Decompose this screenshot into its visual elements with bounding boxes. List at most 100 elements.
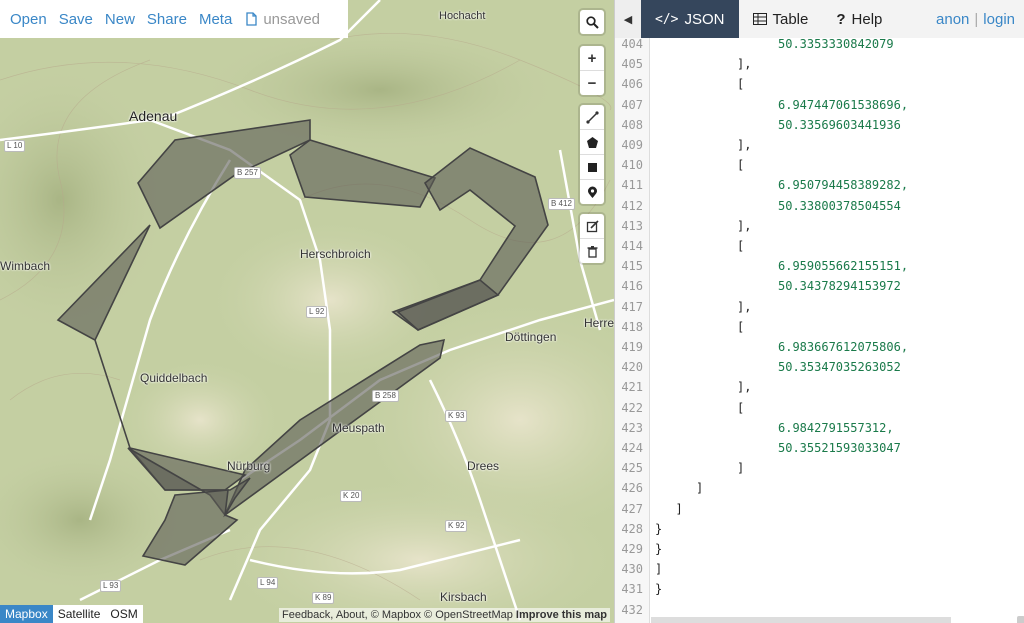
code-line: [: [737, 400, 745, 415]
road-label: B 257: [234, 167, 261, 179]
improve-map-link[interactable]: Improve this map: [516, 609, 607, 621]
line-number: 425: [621, 461, 643, 476]
line-number: 428: [621, 521, 643, 536]
line-number: 431: [621, 582, 643, 597]
line-number: 411: [621, 178, 643, 193]
collapse-panel-button[interactable]: ◀: [615, 0, 641, 38]
edit-icon: [586, 219, 599, 232]
place-label: Wimbach: [0, 259, 51, 273]
line-number: 408: [621, 117, 643, 132]
share-menu-item[interactable]: Share: [141, 11, 193, 28]
layer-mapbox[interactable]: Mapbox: [0, 605, 53, 623]
map-view[interactable]: Adenau Hochacht Wimbach Herschbroich Qui…: [0, 0, 614, 623]
line-number: 415: [621, 259, 643, 274]
code-line: 6.947447061538696,: [778, 97, 909, 112]
login-link[interactable]: login: [983, 11, 1015, 28]
tab-table-label: Table: [772, 10, 809, 28]
trash-icon: [587, 245, 597, 258]
code-line: 50.34378294153972: [778, 279, 901, 294]
line-number: 416: [621, 279, 643, 294]
line-number: 423: [621, 420, 643, 435]
tab-table[interactable]: Table: [739, 0, 823, 38]
draw-marker-button[interactable]: [580, 180, 604, 204]
place-label: Nürburg: [227, 459, 271, 473]
line-number: 420: [621, 360, 643, 375]
code-line: ],: [737, 57, 752, 72]
place-label: Meuspath: [332, 421, 385, 435]
meta-menu-item[interactable]: Meta: [193, 11, 238, 28]
code-line: ]: [737, 461, 745, 476]
code-icon: </>: [655, 11, 679, 27]
polygon-icon: [586, 136, 598, 148]
layer-satellite[interactable]: Satellite: [53, 605, 106, 623]
tab-help[interactable]: ? Help: [822, 0, 896, 38]
place-label: Herschbroich: [300, 247, 371, 261]
file-icon: [246, 12, 257, 26]
map-attribution: Feedback, About, © Mapbox © OpenStreetMa…: [278, 608, 610, 622]
line-icon: [585, 110, 599, 124]
layer-osm[interactable]: OSM: [105, 605, 142, 623]
vertical-scrollbar[interactable]: [1017, 616, 1024, 623]
delete-layers-button[interactable]: [580, 239, 604, 263]
place-label: Döttingen: [505, 330, 557, 344]
line-number: 424: [621, 441, 643, 455]
place-label: Drees: [467, 459, 500, 473]
code-line: 50.35521593033047: [778, 441, 901, 455]
draw-control: [580, 105, 604, 204]
line-number: 405: [621, 57, 643, 72]
code-line: [: [737, 77, 745, 92]
plus-icon: +: [587, 49, 597, 67]
zoom-out-button[interactable]: −: [580, 71, 604, 95]
new-menu-item[interactable]: New: [99, 11, 141, 28]
road-label: L 10: [4, 140, 26, 152]
road-label: L 93: [100, 580, 122, 592]
feedback-link[interactable]: Feedback: [282, 609, 330, 621]
search-button[interactable]: [580, 10, 604, 34]
line-number: 413: [621, 218, 643, 233]
code-line: [: [737, 319, 745, 334]
line-number: 421: [621, 380, 643, 395]
line-number: 404: [621, 38, 643, 51]
road-label: K 20: [340, 490, 363, 502]
save-menu-item[interactable]: Save: [53, 11, 99, 28]
place-label: Herre: [584, 316, 614, 330]
code-line: ],: [737, 218, 752, 233]
line-number: 410: [621, 158, 643, 173]
about-link[interactable]: About: [336, 609, 365, 621]
place-label: Hochacht: [439, 10, 486, 22]
draw-polygon-button[interactable]: [580, 130, 604, 155]
place-label: Quiddelbach: [140, 371, 208, 385]
code-line: 50.35347035263052: [778, 360, 901, 375]
tab-json[interactable]: </> JSON: [641, 0, 739, 38]
line-number: 412: [621, 198, 643, 213]
edit-layers-button[interactable]: [580, 214, 604, 239]
line-number: 430: [621, 562, 643, 577]
editor-panel: ◀ </> JSON Table ? Help anon | login 404…: [614, 0, 1024, 623]
line-number: 429: [621, 542, 643, 556]
road-label: B 412: [548, 198, 575, 210]
draw-rectangle-button[interactable]: [580, 155, 604, 180]
auth-links: anon | login: [936, 0, 1024, 38]
code-line: 50.33800378504554: [778, 198, 901, 213]
tab-json-label: JSON: [684, 10, 725, 28]
code-line: [: [737, 158, 745, 173]
panel-tabs: ◀ </> JSON Table ? Help anon | login: [615, 0, 1024, 38]
auth-separator: |: [974, 10, 979, 28]
draw-line-button[interactable]: [580, 105, 604, 130]
code-line: }: [655, 521, 663, 536]
horizontal-scrollbar[interactable]: [651, 617, 951, 623]
caret-left-icon: ◀: [623, 13, 633, 26]
line-number: 426: [621, 481, 643, 496]
code-line: ],: [737, 299, 752, 314]
road-label: B 258: [372, 390, 399, 402]
anon-link[interactable]: anon: [936, 11, 969, 28]
code-line: ]: [696, 481, 704, 496]
road-label: K 89: [312, 592, 335, 604]
open-menu-item[interactable]: Open: [4, 11, 53, 28]
line-number: 414: [621, 239, 643, 253]
road-label: L 94: [257, 577, 279, 589]
line-number: 417: [621, 299, 643, 314]
place-label: Kirsbach: [440, 590, 487, 604]
zoom-in-button[interactable]: +: [580, 46, 604, 71]
json-editor[interactable]: 404 50.3353330842079 405], 406 [407 6.9474470…: [615, 38, 1024, 623]
